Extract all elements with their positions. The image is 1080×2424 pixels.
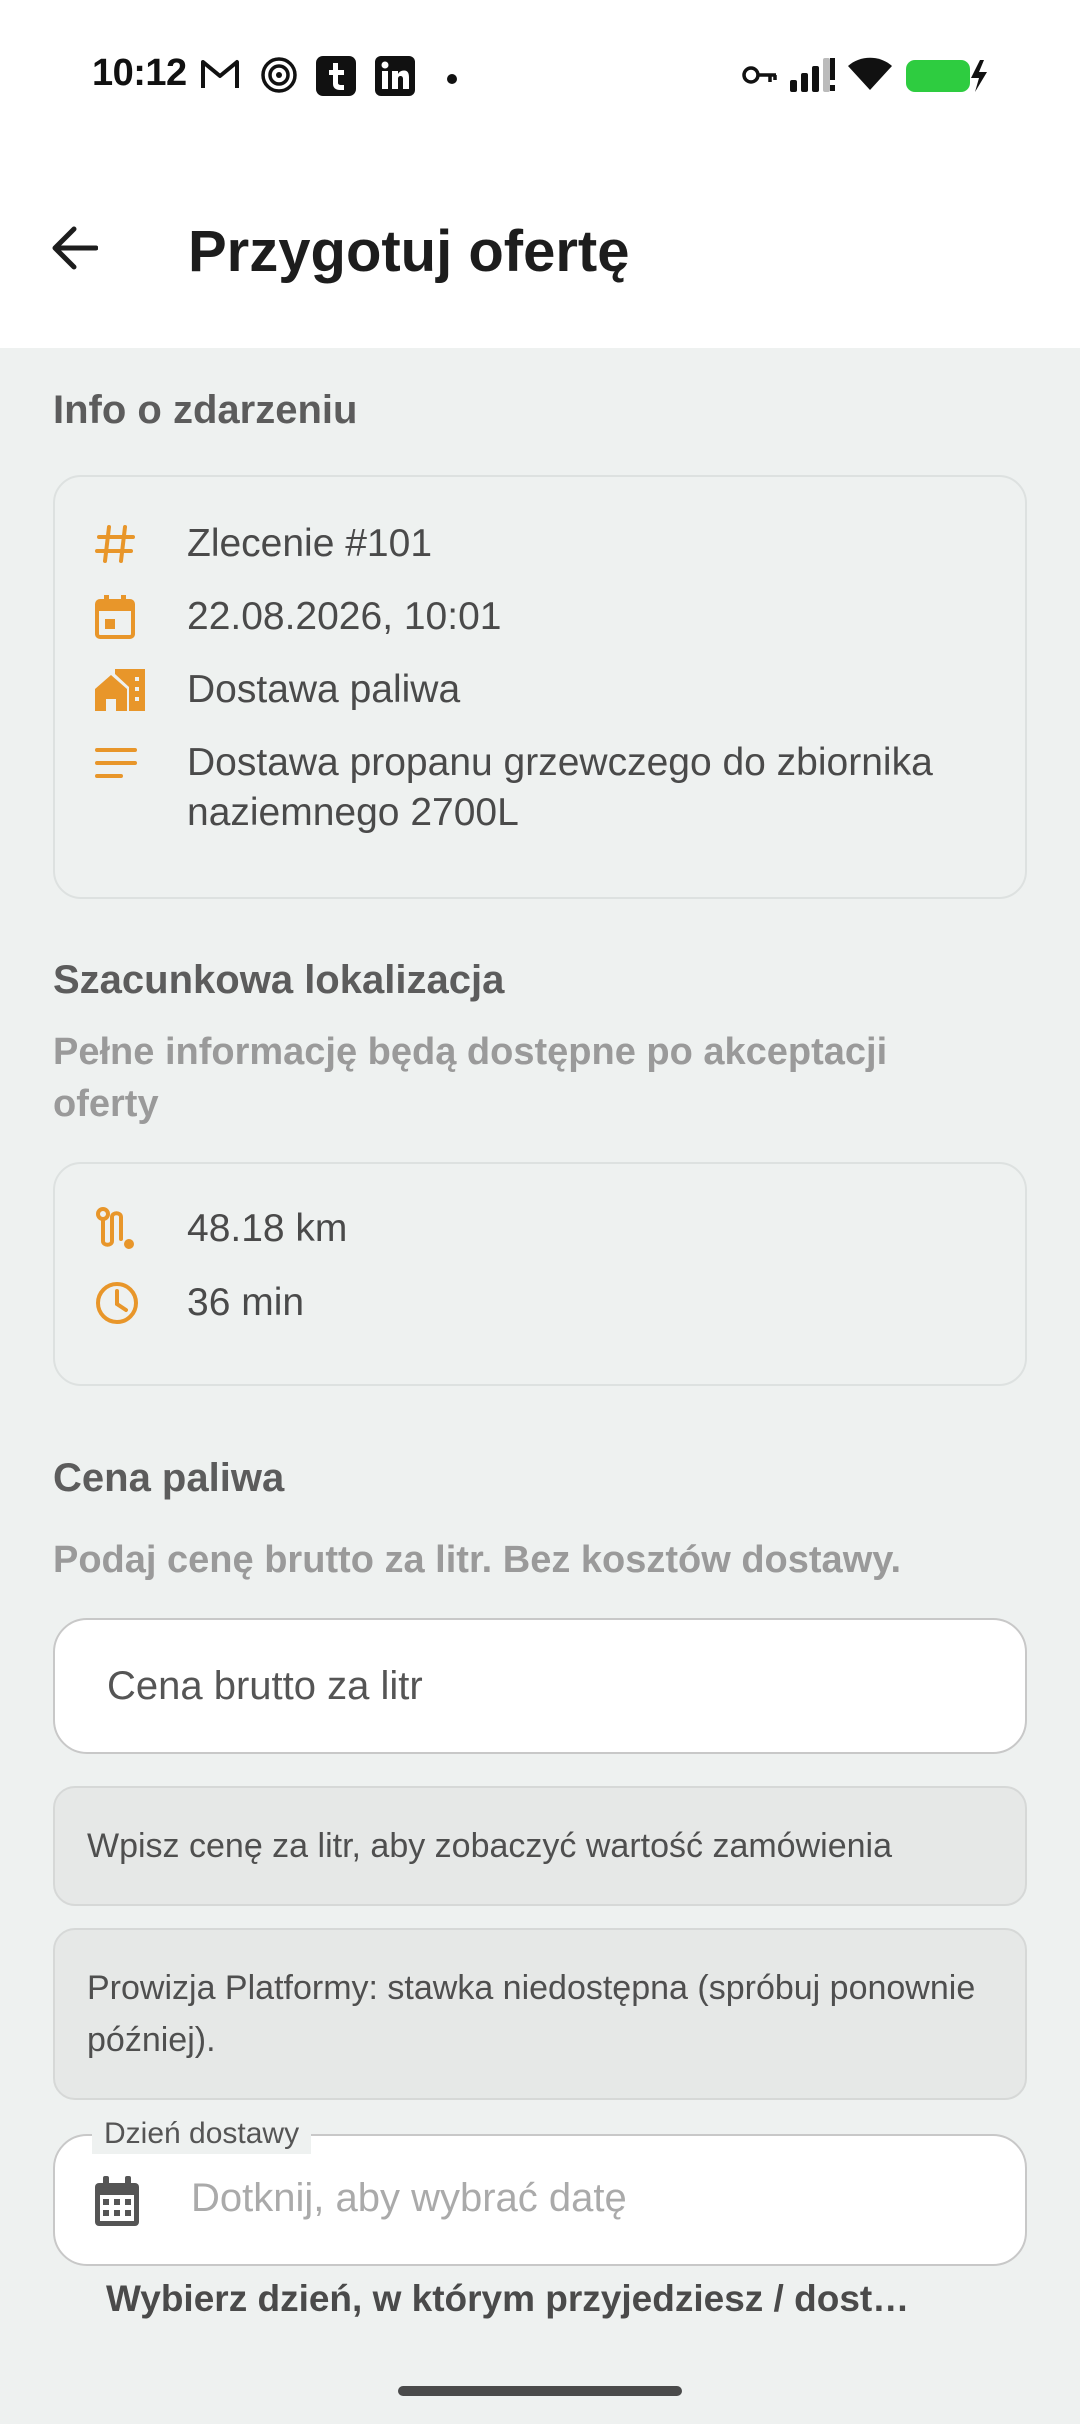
order-value-hint: Wpisz cenę za litr, aby zobaczyć wartość… (53, 1786, 1027, 1906)
battery-charging-icon (906, 58, 992, 99)
order-number-row: Zlecenie #101 (95, 519, 987, 569)
tumblr-icon (316, 56, 356, 101)
description-row: Dostawa propanu grzewczego do zbiornika … (95, 738, 987, 838)
gmail-icon (200, 56, 240, 97)
back-button[interactable] (44, 218, 104, 278)
home-work-icon (95, 665, 151, 715)
fuel-price-title: Cena paliwa (53, 1456, 285, 1500)
wifi-icon (848, 56, 892, 97)
event-category: Dostawa paliwa (187, 668, 461, 711)
app-bar: Przygotuj ofertę (0, 150, 1080, 348)
notes-icon (95, 738, 151, 788)
event-datetime: 22.08.2026, 10:01 (187, 595, 502, 638)
location-subtitle: Pełne informację będą dostępne po akcept… (53, 1031, 888, 1125)
order-number: Zlecenie #101 (187, 522, 433, 565)
status-time: 10:12 (92, 52, 187, 94)
signal-icon (790, 58, 836, 97)
delivery-date-placeholder: Dotknij, aby wybrać datę (191, 2176, 627, 2220)
delivery-date-helper: Wybierz dzień, w którym przyjedziesz / d… (106, 2278, 910, 2319)
delivery-date-label: Dzień dostawy (92, 2114, 312, 2154)
location-card: 48.18 km 36 min (53, 1162, 1027, 1386)
commission-info: Prowizja Platformy: stawka niedostępna (… (53, 1928, 1027, 2100)
home-indicator[interactable] (398, 2386, 682, 2396)
fuel-price-subtitle: Podaj cenę brutto za litr. Bez kosztów d… (53, 1539, 902, 1581)
calendar-icon (95, 592, 151, 642)
page-title: Przygotuj ofertę (188, 219, 630, 284)
location-title: Szacunkowa lokalizacja (53, 958, 505, 1002)
price-per-liter-input[interactable] (53, 1618, 1027, 1754)
duration-row: 36 min (95, 1278, 987, 1328)
category-row: Dostawa paliwa (95, 665, 987, 715)
distance: 48.18 km (187, 1207, 348, 1250)
hash-icon (95, 519, 151, 569)
datetime-row: 22.08.2026, 10:01 (95, 592, 987, 642)
vpn-key-icon (742, 64, 778, 91)
dot-icon (446, 72, 458, 90)
event-description: Dostawa propanu grzewczego do zbiornika … (187, 741, 933, 834)
route-icon (95, 1204, 151, 1254)
arrow-left-icon (52, 226, 98, 270)
linkedin-icon (375, 56, 415, 101)
event-info-title: Info o zdarzeniu (53, 388, 358, 432)
distance-row: 48.18 km (95, 1204, 987, 1254)
status-bar: 10:12 (0, 0, 1080, 150)
duration: 36 min (187, 1281, 305, 1324)
clock-icon (95, 1278, 151, 1328)
calendar-month-icon (93, 2176, 141, 2233)
target-icon (260, 56, 298, 99)
event-info-card: Zlecenie #101 22.08.2026, 10:01 Dostawa … (53, 475, 1027, 899)
